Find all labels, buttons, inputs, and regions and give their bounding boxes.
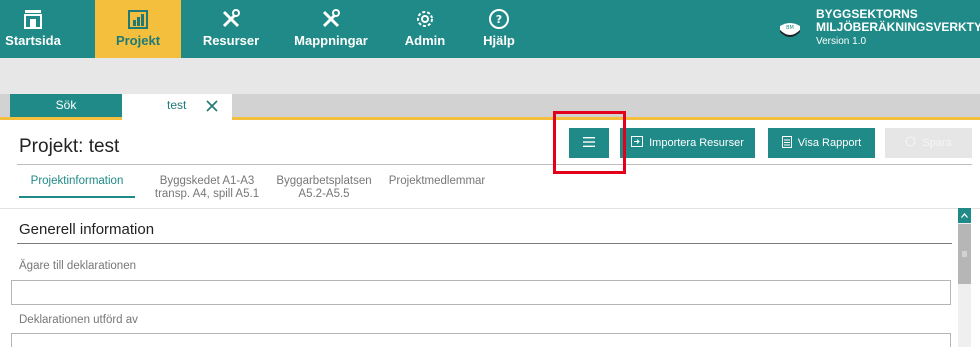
nav-startsida[interactable]: Startsida — [0, 0, 66, 58]
nav-resurser[interactable]: Resurser — [193, 0, 269, 58]
header-divider — [17, 164, 972, 165]
owner-field-label: Ägare till deklarationen — [19, 260, 136, 272]
import-resources-button[interactable]: Importera Resurser — [620, 128, 755, 158]
subtab-projektinformation[interactable]: Projektinformation — [19, 175, 135, 188]
nav-hjalp[interactable]: ? Hjälp — [474, 0, 524, 58]
nav-admin-label: Admin — [404, 33, 446, 48]
gear-icon — [398, 8, 452, 30]
brand-line2: MILJÖBERÄKNINGSVERKTYG — [816, 20, 980, 34]
brand-logo: BM — [778, 16, 802, 42]
import-icon — [631, 136, 644, 150]
subtab-projektmedlemmar[interactable]: Projektmedlemmar — [384, 175, 490, 188]
project-icon — [95, 8, 181, 30]
svg-text:?: ? — [496, 13, 502, 26]
section-title: Generell information — [19, 221, 155, 238]
owner-field[interactable] — [11, 280, 951, 305]
svg-text:BM: BM — [786, 25, 794, 31]
subheader-bar — [0, 58, 980, 94]
nav-startsida-label: Startsida — [5, 33, 61, 48]
page-title: Projekt: test — [19, 136, 120, 157]
subtab-active-underline — [19, 196, 135, 198]
brand-version: Version 1.0 — [816, 36, 867, 47]
performed-by-field[interactable] — [11, 333, 951, 347]
subtab-byggarbetsplatsen[interactable]: Byggarbetsplatsen A5.2-A5.5 — [270, 175, 378, 201]
nav-resurser-label: Resurser — [202, 33, 260, 48]
tools-icon — [288, 8, 374, 30]
scrollbar-thumb[interactable] — [958, 224, 971, 284]
section-divider — [17, 243, 952, 244]
close-icon[interactable] — [202, 94, 222, 117]
save-button[interactable]: Spara — [885, 128, 972, 158]
show-report-button[interactable]: Visa Rapport — [768, 128, 875, 158]
import-resources-label: Importera Resurser — [649, 137, 744, 149]
scroll-up-icon[interactable] — [958, 208, 971, 223]
brand-text: BYGGSEKTORNS MILJÖBERÄKNINGSVERKTYG Vers… — [816, 8, 980, 48]
tools-icon — [193, 8, 269, 30]
home-icon — [0, 8, 66, 30]
tab-sok[interactable]: Sök — [10, 94, 122, 117]
tab-project-test[interactable]: test — [122, 94, 232, 120]
nav-hjalp-label: Hjälp — [483, 33, 515, 48]
nav-projekt[interactable]: Projekt — [95, 0, 181, 58]
save-label: Spara — [922, 137, 952, 149]
highlight-box — [553, 111, 626, 174]
tab-project-label: test — [167, 98, 187, 112]
nav-admin[interactable]: Admin — [398, 0, 452, 58]
nav-mappningar-label: Mappningar — [294, 33, 368, 48]
save-icon — [905, 136, 916, 150]
report-icon — [781, 135, 792, 151]
nav-mappningar[interactable]: Mappningar — [288, 0, 374, 58]
subtab-byggskedet[interactable]: Byggskedet A1-A3 transp. A4, spill A5.1 — [144, 175, 270, 201]
show-report-label: Visa Rapport — [797, 137, 862, 149]
help-icon: ? — [474, 8, 524, 30]
content-divider — [0, 208, 980, 209]
performed-by-field-label: Deklarationen utförd av — [19, 314, 138, 326]
nav-projekt-label: Projekt — [115, 33, 161, 48]
